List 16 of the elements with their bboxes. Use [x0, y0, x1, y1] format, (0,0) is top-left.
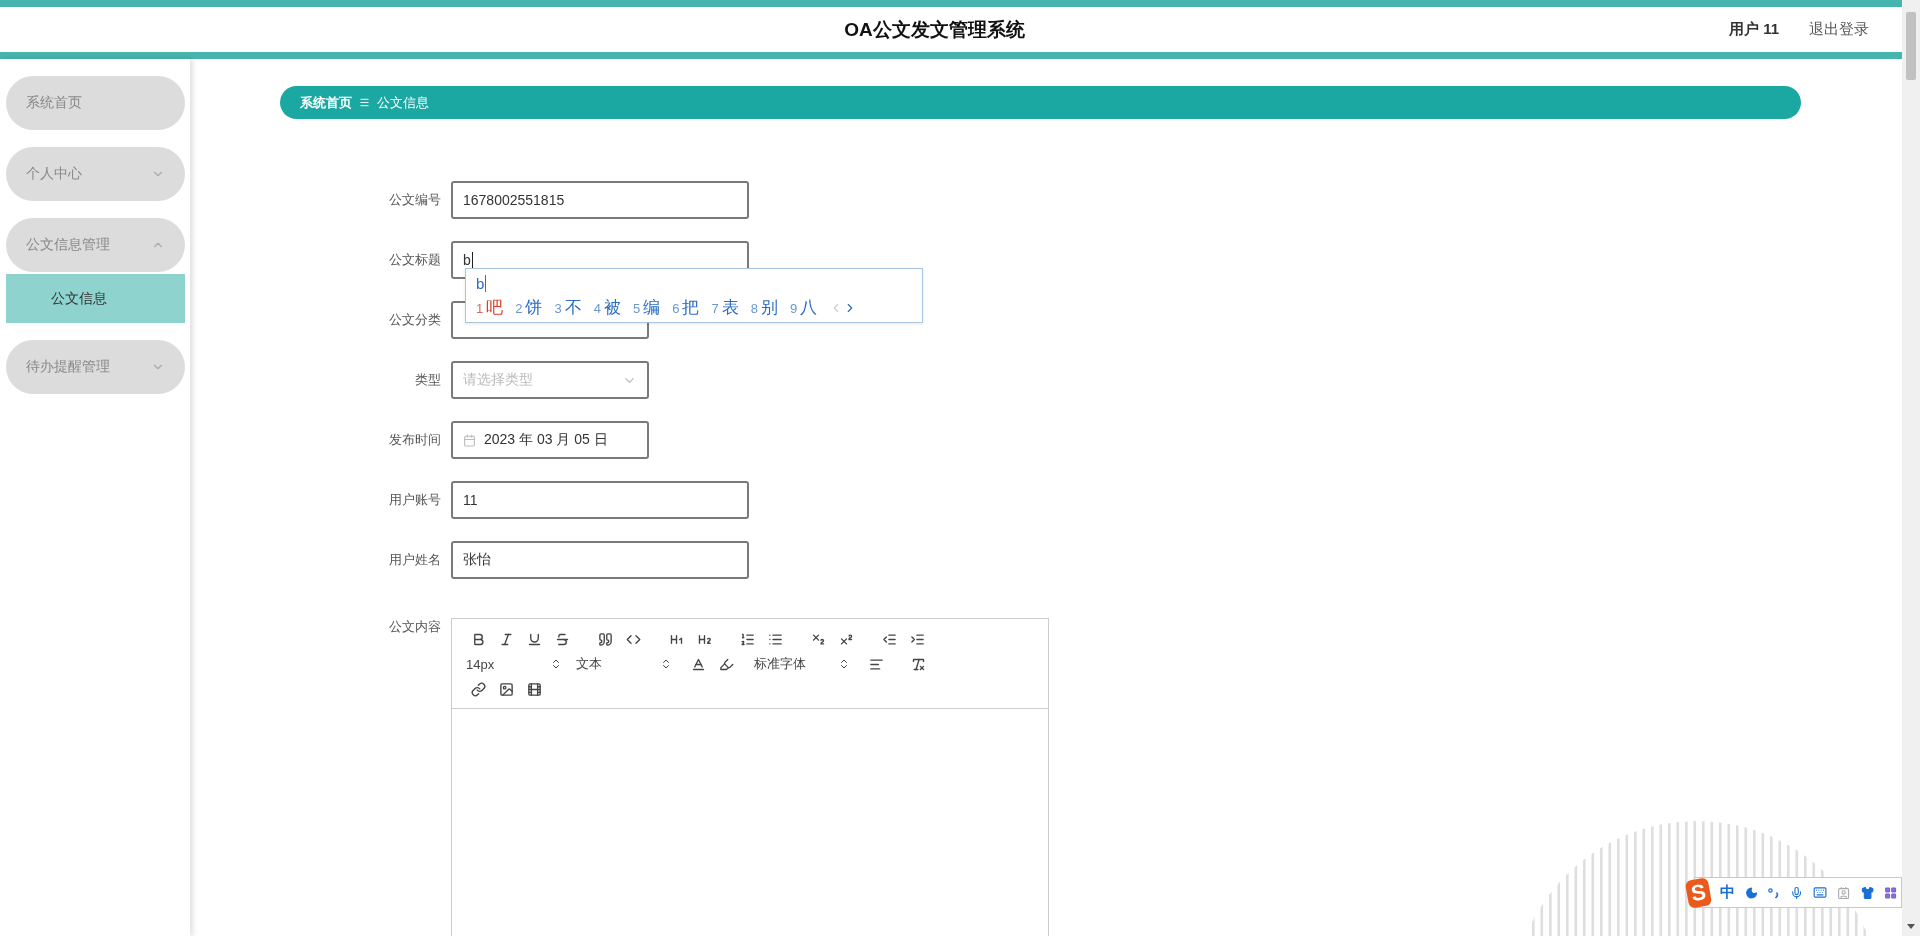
field-label: 类型	[414, 371, 441, 389]
field-label: 用户姓名	[388, 551, 441, 569]
field-label: 用户账号	[388, 491, 441, 509]
user-name: 用户 11	[1728, 20, 1779, 39]
sidebar-item-label: 待办提醒管理	[26, 358, 110, 376]
sidebar-item-label: 公文信息管理	[26, 236, 110, 254]
field-label: 公文分类	[388, 311, 441, 329]
field-label: 公文内容	[388, 618, 441, 636]
app-title: OA公文发文管理系统	[844, 17, 1025, 42]
sidebar-item-label: 系统首页	[26, 94, 82, 112]
field-label: 发布时间	[388, 431, 441, 449]
ime-input-text: b	[476, 274, 487, 292]
sidebar-item-label: 个人中心	[26, 165, 82, 183]
field-label: 公文标题	[388, 251, 441, 269]
breadcrumb-item: 公文信息	[377, 93, 429, 112]
field-label: 公文编号	[388, 191, 441, 209]
